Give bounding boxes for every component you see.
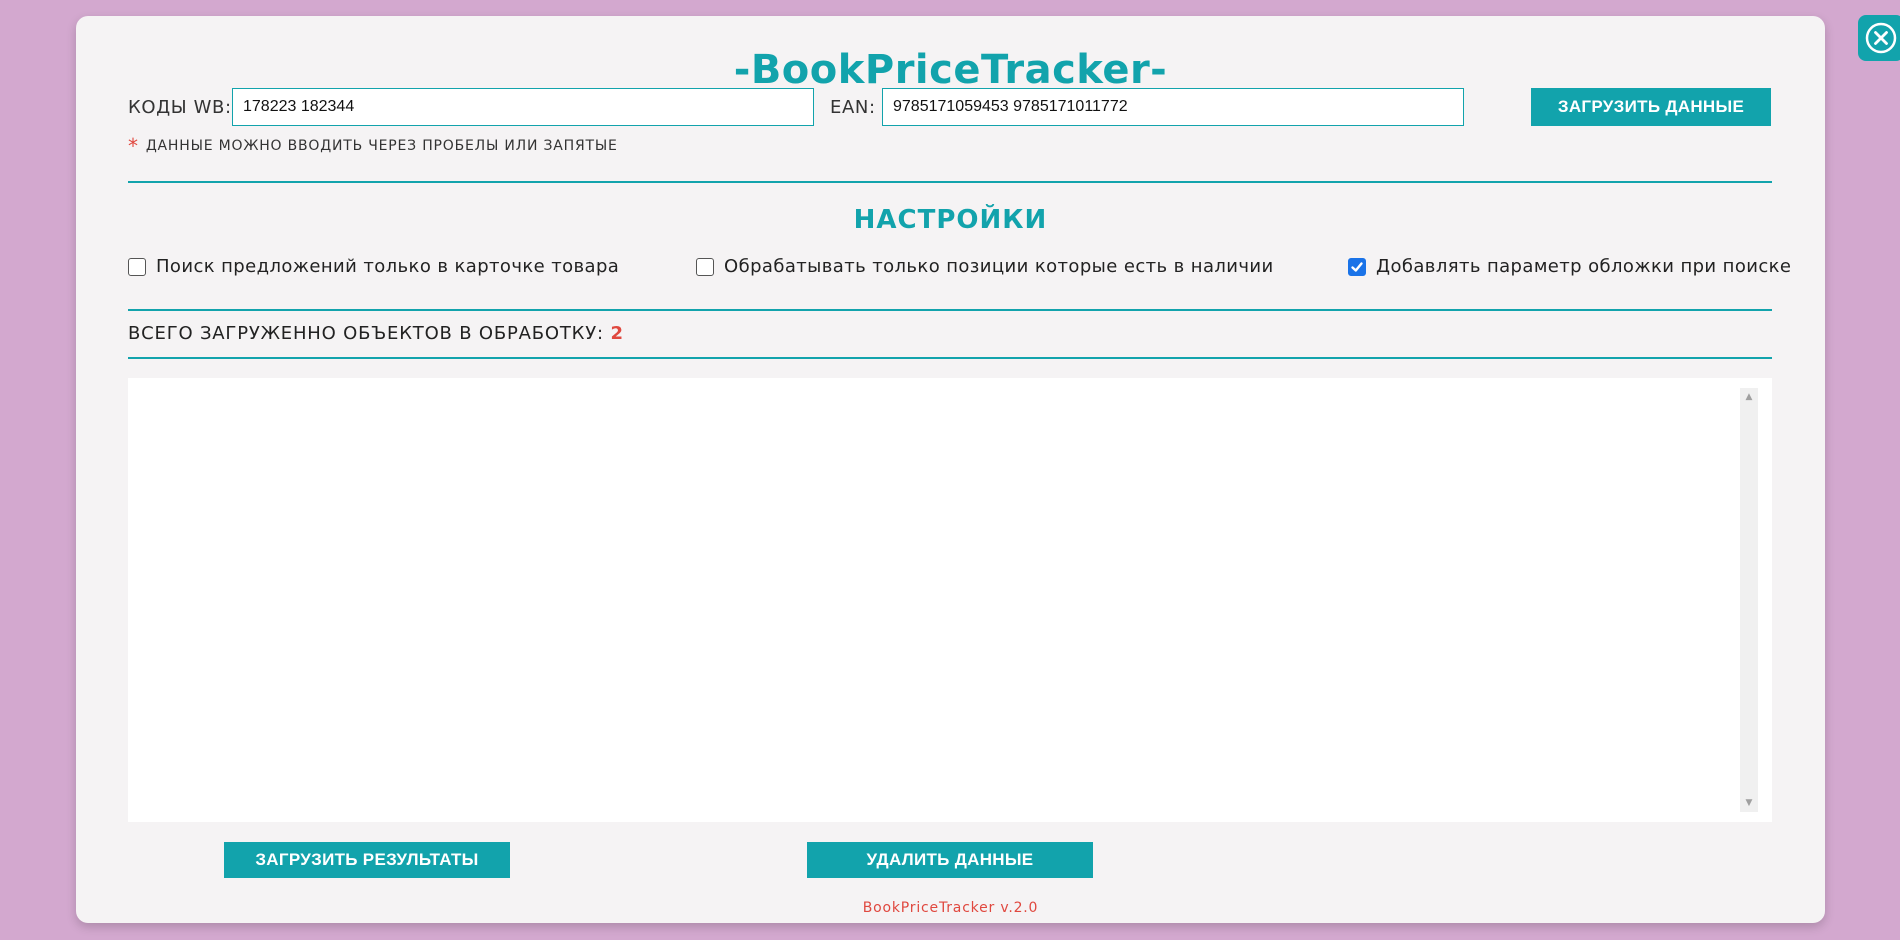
ean-label: EAN: bbox=[830, 97, 876, 118]
checkbox-cover-param[interactable] bbox=[1348, 257, 1366, 276]
option-search-in-card[interactable]: Поиск предложений только в карточке това… bbox=[128, 256, 619, 277]
divider bbox=[128, 181, 1772, 183]
close-icon bbox=[1865, 22, 1897, 54]
input-hint: * ДАННЫЕ МОЖНО ВВОДИТЬ ЧЕРЕЗ ПРОБЕЛЫ ИЛИ… bbox=[128, 134, 618, 158]
download-results-button[interactable]: ЗАГРУЗИТЬ РЕЗУЛЬТАТЫ bbox=[224, 842, 510, 878]
load-data-button[interactable]: ЗАГРУЗИТЬ ДАННЫЕ bbox=[1531, 88, 1771, 126]
scroll-up-arrow-icon[interactable]: ▲ bbox=[1740, 388, 1758, 406]
total-loaded-count: 2 bbox=[610, 323, 624, 344]
total-loaded-label: ВСЕГО ЗАГРУЖЕННО ОБЪЕКТОВ В ОБРАБОТКУ: bbox=[128, 323, 604, 344]
checkmark-icon bbox=[1351, 261, 1363, 272]
delete-data-button[interactable]: УДАЛИТЬ ДАННЫЕ bbox=[807, 842, 1093, 878]
app-title: -BookPriceTracker- bbox=[733, 47, 1168, 93]
settings-title: НАСТРОЙКИ bbox=[853, 205, 1048, 235]
input-hint-text: ДАННЫЕ МОЖНО ВВОДИТЬ ЧЕРЕЗ ПРОБЕЛЫ ИЛИ З… bbox=[145, 138, 618, 154]
close-button[interactable] bbox=[1858, 15, 1900, 61]
wb-codes-input[interactable] bbox=[232, 88, 814, 126]
required-asterisk: * bbox=[128, 134, 139, 158]
option-cover-param-label: Добавлять параметр обложки при поиске bbox=[1376, 256, 1792, 277]
option-cover-param[interactable]: Добавлять параметр обложки при поиске bbox=[1348, 256, 1791, 277]
results-output-area[interactable]: ▲ ▼ bbox=[128, 378, 1772, 822]
ean-input[interactable] bbox=[882, 88, 1464, 126]
total-loaded: ВСЕГО ЗАГРУЖЕННО ОБЪЕКТОВ В ОБРАБОТКУ: 2 bbox=[128, 323, 624, 344]
vertical-scrollbar[interactable]: ▲ ▼ bbox=[1740, 388, 1758, 812]
main-window: -BookPriceTracker- КОДЫ WB: EAN: ЗАГРУЗИ… bbox=[76, 16, 1825, 923]
divider bbox=[128, 309, 1772, 311]
wb-codes-label: КОДЫ WB: bbox=[128, 97, 232, 118]
checkbox-only-in-stock[interactable] bbox=[696, 257, 714, 276]
checkbox-search-in-card[interactable] bbox=[128, 257, 146, 276]
option-only-in-stock-label: Обрабатывать только позиции которые есть… bbox=[724, 256, 1274, 277]
divider bbox=[128, 357, 1772, 359]
option-only-in-stock[interactable]: Обрабатывать только позиции которые есть… bbox=[696, 256, 1274, 277]
version-footer: BookPriceTracker v.2.0 bbox=[862, 900, 1039, 916]
scroll-down-arrow-icon[interactable]: ▼ bbox=[1740, 794, 1758, 812]
option-search-in-card-label: Поиск предложений только в карточке това… bbox=[156, 256, 620, 277]
